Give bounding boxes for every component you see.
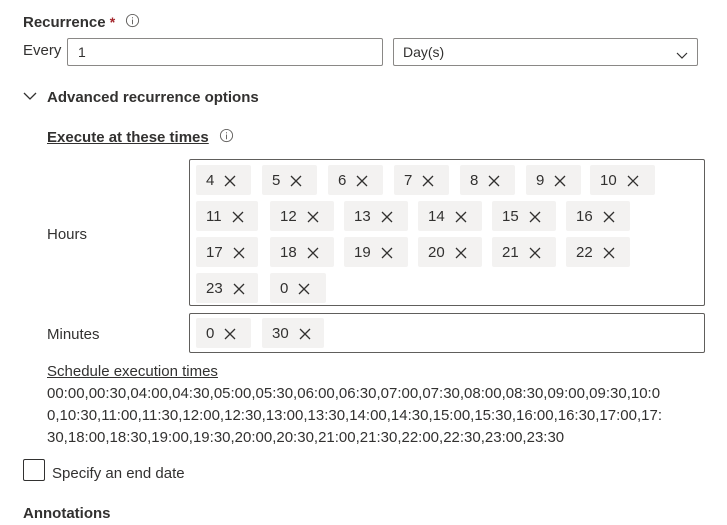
selected-tag: 23 <box>196 273 258 303</box>
schedule-times-label: Schedule execution times <box>47 363 218 380</box>
close-icon[interactable] <box>233 282 245 295</box>
close-icon[interactable] <box>603 246 615 259</box>
selected-tag: 14 <box>418 201 482 231</box>
tag-value: 0 <box>206 324 215 342</box>
selected-tag: 17 <box>196 237 258 267</box>
tag-value: 17 <box>206 243 223 261</box>
close-icon[interactable] <box>299 327 311 340</box>
chevron-down-icon <box>676 47 688 65</box>
hours-picker[interactable]: 4 5 6 7 8 9 10 11 12 13 14 15 16 17 18 19 20 21 22 23 0 <box>189 159 705 306</box>
close-icon[interactable] <box>554 174 566 187</box>
schedule-line: 30,18:00,18:30,19:00,19:30,20:00,20:30,2… <box>47 429 565 446</box>
minutes-label: Minutes <box>47 326 100 343</box>
tag-value: 7 <box>404 171 413 189</box>
selected-tag: 4 <box>196 165 251 195</box>
tag-value: 19 <box>354 243 371 261</box>
chevron-down-icon <box>23 88 41 106</box>
selected-tag: 7 <box>394 165 449 195</box>
selected-tag: 0 <box>270 273 326 303</box>
tag-value: 18 <box>280 243 297 261</box>
tag-value: 10 <box>600 171 617 189</box>
tag-value: 16 <box>576 207 593 225</box>
selected-tag: 10 <box>590 165 655 195</box>
schedule-times-value: 00:00,00:30,04:00,04:30,05:00,05:30,06:0… <box>47 383 717 449</box>
every-label: Every <box>23 42 62 59</box>
close-icon[interactable] <box>455 246 467 259</box>
close-icon[interactable] <box>290 174 302 187</box>
interval-value: 1 <box>78 44 86 60</box>
tag-value: 30 <box>272 324 289 342</box>
tag-value: 23 <box>206 279 223 297</box>
close-icon[interactable] <box>307 246 319 259</box>
advanced-options-toggle[interactable]: Advanced recurrence options <box>23 88 259 106</box>
end-date-checkbox[interactable] <box>23 459 45 481</box>
selected-tag: 12 <box>270 201 334 231</box>
selected-tag: 19 <box>344 237 408 267</box>
info-icon[interactable] <box>219 128 235 144</box>
close-icon[interactable] <box>422 174 434 187</box>
close-icon[interactable] <box>627 174 639 187</box>
selected-tag: 21 <box>492 237 556 267</box>
close-icon[interactable] <box>603 210 615 223</box>
selected-tag: 15 <box>492 201 556 231</box>
selected-tag: 13 <box>344 201 408 231</box>
tag-value: 9 <box>536 171 545 189</box>
close-icon[interactable] <box>529 210 541 223</box>
selected-tag: 9 <box>526 165 581 195</box>
interval-input[interactable]: 1 <box>67 38 383 66</box>
tag-value: 0 <box>280 279 289 297</box>
tag-value: 6 <box>338 171 347 189</box>
schedule-line: 00:00,00:30,04:00,04:30,05:00,05:30,06:0… <box>47 385 661 402</box>
selected-tag: 11 <box>196 201 258 231</box>
tag-value: 14 <box>428 207 445 225</box>
tag-value: 20 <box>428 243 445 261</box>
tag-value: 4 <box>206 171 215 189</box>
close-icon[interactable] <box>232 210 244 223</box>
close-icon[interactable] <box>381 246 393 259</box>
selected-tag: 0 <box>196 318 251 348</box>
close-icon[interactable] <box>455 210 467 223</box>
close-icon[interactable] <box>356 174 368 187</box>
tag-value: 15 <box>502 207 519 225</box>
tag-value: 13 <box>354 207 371 225</box>
tag-value: 21 <box>502 243 519 261</box>
close-icon[interactable] <box>298 282 310 295</box>
annotations-heading: Annotations <box>23 505 111 522</box>
advanced-options-label: Advanced recurrence options <box>47 88 259 106</box>
execute-times-label: Execute at these times <box>47 129 209 146</box>
minutes-picker[interactable]: 0 30 <box>189 313 705 353</box>
close-icon[interactable] <box>224 327 236 340</box>
tag-value: 8 <box>470 171 479 189</box>
tag-value: 12 <box>280 207 297 225</box>
end-date-label: Specify an end date <box>52 465 185 482</box>
selected-tag: 18 <box>270 237 334 267</box>
schedule-line: 0,10:30,11:00,11:30,12:00,12:30,13:00,13… <box>47 407 662 424</box>
required-asterisk: * <box>109 14 116 30</box>
selected-tag: 6 <box>328 165 383 195</box>
tag-value: 22 <box>576 243 593 261</box>
selected-tag: 16 <box>566 201 630 231</box>
close-icon[interactable] <box>381 210 393 223</box>
close-icon[interactable] <box>488 174 500 187</box>
close-icon[interactable] <box>529 246 541 259</box>
close-icon[interactable] <box>224 174 236 187</box>
close-icon[interactable] <box>307 210 319 223</box>
tag-value: 11 <box>206 207 222 225</box>
tag-value: 5 <box>272 171 281 189</box>
selected-tag: 22 <box>566 237 630 267</box>
info-icon[interactable] <box>125 13 141 29</box>
frequency-selected-value: Day(s) <box>403 44 445 60</box>
frequency-dropdown[interactable]: Day(s) <box>393 38 698 66</box>
close-icon[interactable] <box>233 246 245 259</box>
selected-tag: 30 <box>262 318 324 348</box>
selected-tag: 20 <box>418 237 482 267</box>
recurrence-label: Recurrence * <box>23 14 115 31</box>
recurrence-label-text: Recurrence <box>23 14 106 31</box>
hours-label: Hours <box>47 226 88 243</box>
selected-tag: 8 <box>460 165 515 195</box>
selected-tag: 5 <box>262 165 317 195</box>
